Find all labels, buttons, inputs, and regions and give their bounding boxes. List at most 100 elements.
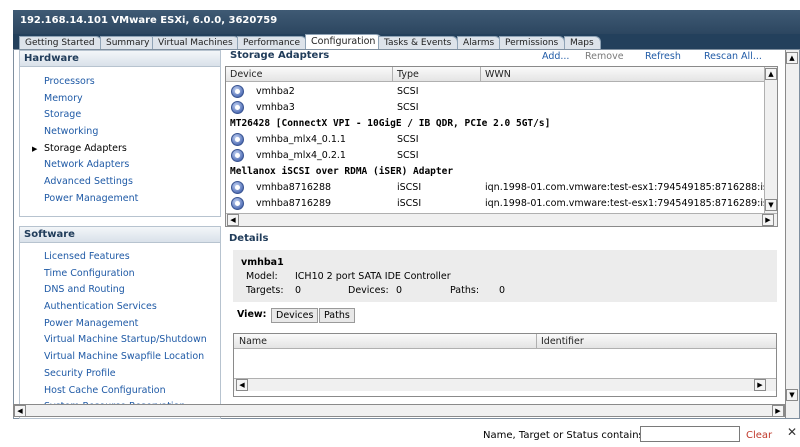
- tab-virtual-machines[interactable]: Virtual Machines: [152, 36, 240, 49]
- nav-authentication-services[interactable]: Authentication Services: [20, 299, 220, 316]
- software-heading: Software: [19, 226, 221, 243]
- clear-filter-link[interactable]: Clear: [746, 430, 772, 441]
- device-wwn: iqn.1998-01.com.vmware:test-esx1:7945491…: [485, 198, 778, 209]
- nav-label: Virtual Machine Swapfile Location: [44, 351, 205, 363]
- table-row[interactable]: vmhba_mlx4_0.2.1 SCSI: [226, 148, 766, 164]
- scroll-left-icon[interactable]: ◀: [227, 214, 239, 226]
- close-icon[interactable]: ✕: [787, 425, 797, 439]
- device-type: iSCSI: [397, 198, 422, 209]
- scroll-right-icon[interactable]: ▶: [762, 214, 774, 226]
- column-wwn[interactable]: WWN: [485, 69, 511, 80]
- filter-input[interactable]: [640, 426, 740, 442]
- adapters-table: Device Type WWN vmhba2 SCSI vmhba3 SCSI …: [225, 66, 778, 227]
- selected-adapter-name: vmhba1: [241, 257, 284, 268]
- tab-summary[interactable]: Summary: [100, 36, 157, 49]
- column-device[interactable]: Device: [230, 69, 263, 80]
- nav-security-profile[interactable]: Security Profile: [20, 366, 220, 383]
- nav-networking[interactable]: Networking: [20, 124, 220, 141]
- refresh-button[interactable]: Refresh: [645, 51, 681, 62]
- adapters-vertical-scrollbar[interactable]: ▲ ▼: [764, 67, 777, 213]
- devices-value: 0: [396, 285, 403, 296]
- device-wwn: iqn.1998-01.com.vmware:test-esx1:7945491…: [485, 182, 778, 193]
- page-horizontal-scrollbar[interactable]: ◀ ▶: [13, 404, 785, 417]
- device-name: vmhba8716289: [256, 198, 332, 209]
- tab-tasks-events[interactable]: Tasks & Events: [378, 36, 459, 49]
- config-navigation: Hardware Processors Memory Storage Netwo…: [19, 50, 221, 419]
- nav-storage-adapters[interactable]: ▶ Storage Adapters: [20, 141, 220, 158]
- tab-alarms[interactable]: Alarms: [457, 36, 502, 49]
- group-name: Mellanox iSCSI over RDMA (iSER) Adapter: [230, 166, 454, 177]
- scroll-down-icon[interactable]: ▼: [786, 389, 798, 401]
- nav-label: DNS and Routing: [44, 284, 125, 296]
- scroll-right-icon[interactable]: ▶: [754, 379, 766, 391]
- view-devices-button[interactable]: Devices: [271, 308, 319, 323]
- nav-label: Power Management: [44, 192, 139, 204]
- column-separator[interactable]: [480, 67, 481, 82]
- column-separator[interactable]: [536, 334, 537, 349]
- scroll-up-icon[interactable]: ▲: [786, 52, 798, 64]
- hba-icon: [231, 181, 244, 194]
- tab-maps[interactable]: Maps: [564, 36, 601, 49]
- details-table: Name Identifier ◀ ▶: [233, 333, 777, 397]
- details-summary: vmhba1 Model: ICH10 2 port SATA IDE Cont…: [233, 250, 777, 302]
- table-row[interactable]: vmhba8716289 iSCSI iqn.1998-01.com.vmwar…: [226, 196, 777, 212]
- scroll-left-icon[interactable]: ◀: [236, 379, 248, 391]
- column-identifier[interactable]: Identifier: [541, 336, 584, 347]
- rescan-all-button[interactable]: Rescan All...: [704, 51, 762, 62]
- devices-label: Devices:: [348, 285, 389, 296]
- nav-vm-startup-shutdown[interactable]: Virtual Machine Startup/Shutdown: [20, 332, 220, 349]
- view-paths-button[interactable]: Paths: [319, 308, 355, 323]
- add-button[interactable]: Add...: [542, 51, 569, 62]
- filter-field-dropdown[interactable]: Name, Target or Status contains: ▾: [483, 430, 655, 441]
- device-name: vmhba_mlx4_0.1.1: [256, 134, 346, 145]
- adapter-group-row[interactable]: MT26428 [ConnectX VPI - 10GigE / IB QDR,…: [226, 116, 766, 132]
- scroll-left-icon[interactable]: ◀: [14, 405, 26, 417]
- adapter-group-row[interactable]: Mellanox iSCSI over RDMA (iSER) Adapter: [226, 164, 766, 180]
- nav-power-management-hw[interactable]: Power Management: [20, 191, 220, 208]
- device-name: vmhba2: [256, 86, 295, 97]
- adapters-horizontal-scrollbar[interactable]: ◀ ▶: [226, 213, 777, 226]
- nav-vm-swapfile-location[interactable]: Virtual Machine Swapfile Location: [20, 349, 220, 366]
- nav-advanced-settings[interactable]: Advanced Settings: [20, 174, 220, 191]
- hba-icon: [231, 133, 244, 146]
- device-name: vmhba3: [256, 102, 295, 113]
- device-type: SCSI: [397, 86, 419, 97]
- tab-getting-started[interactable]: Getting Started: [19, 36, 102, 49]
- page-vertical-scrollbar[interactable]: ▲ ▼: [785, 50, 799, 418]
- table-header: Device Type WWN: [226, 67, 777, 82]
- nav-licensed-features[interactable]: Licensed Features: [20, 249, 220, 266]
- scroll-down-icon[interactable]: ▼: [765, 199, 777, 211]
- details-horizontal-scrollbar[interactable]: ◀ ▶: [234, 378, 776, 391]
- nav-power-management-sw[interactable]: Power Management: [20, 316, 220, 333]
- nav-network-adapters[interactable]: Network Adapters: [20, 157, 220, 174]
- tab-configuration[interactable]: Configuration: [305, 34, 383, 49]
- nav-label: Network Adapters: [44, 159, 130, 171]
- targets-label: Targets:: [246, 285, 284, 296]
- nav-label: Storage: [44, 109, 82, 121]
- nav-dns-routing[interactable]: DNS and Routing: [20, 282, 220, 299]
- hba-icon: [231, 85, 244, 98]
- table-row[interactable]: vmhba3 SCSI: [226, 100, 766, 116]
- targets-value: 0: [295, 285, 302, 296]
- hardware-heading: Hardware: [19, 50, 221, 67]
- nav-storage[interactable]: Storage: [20, 107, 220, 124]
- nav-label: Time Configuration: [44, 267, 135, 279]
- nav-processors[interactable]: Processors: [20, 74, 220, 91]
- tab-permissions[interactable]: Permissions: [499, 36, 566, 49]
- column-type[interactable]: Type: [397, 69, 419, 80]
- column-name[interactable]: Name: [239, 336, 267, 347]
- remove-button[interactable]: Remove: [585, 51, 624, 62]
- tab-performance[interactable]: Performance: [237, 36, 308, 49]
- nav-memory[interactable]: Memory: [20, 91, 220, 108]
- column-separator[interactable]: [392, 67, 393, 82]
- scroll-up-icon[interactable]: ▲: [765, 68, 777, 80]
- table-row[interactable]: vmhba2 SCSI: [226, 84, 766, 100]
- table-row[interactable]: vmhba8716288 iSCSI iqn.1998-01.com.vmwar…: [226, 180, 777, 196]
- tab-bar: Getting Started Summary Virtual Machines…: [13, 34, 800, 49]
- nav-label: Power Management: [44, 317, 139, 329]
- scroll-right-icon[interactable]: ▶: [772, 405, 784, 417]
- nav-time-configuration[interactable]: Time Configuration: [20, 266, 220, 283]
- table-row[interactable]: vmhba_mlx4_0.1.1 SCSI: [226, 132, 766, 148]
- nav-host-cache-configuration[interactable]: Host Cache Configuration: [20, 383, 220, 400]
- software-list: Licensed Features Time Configuration DNS…: [19, 243, 221, 419]
